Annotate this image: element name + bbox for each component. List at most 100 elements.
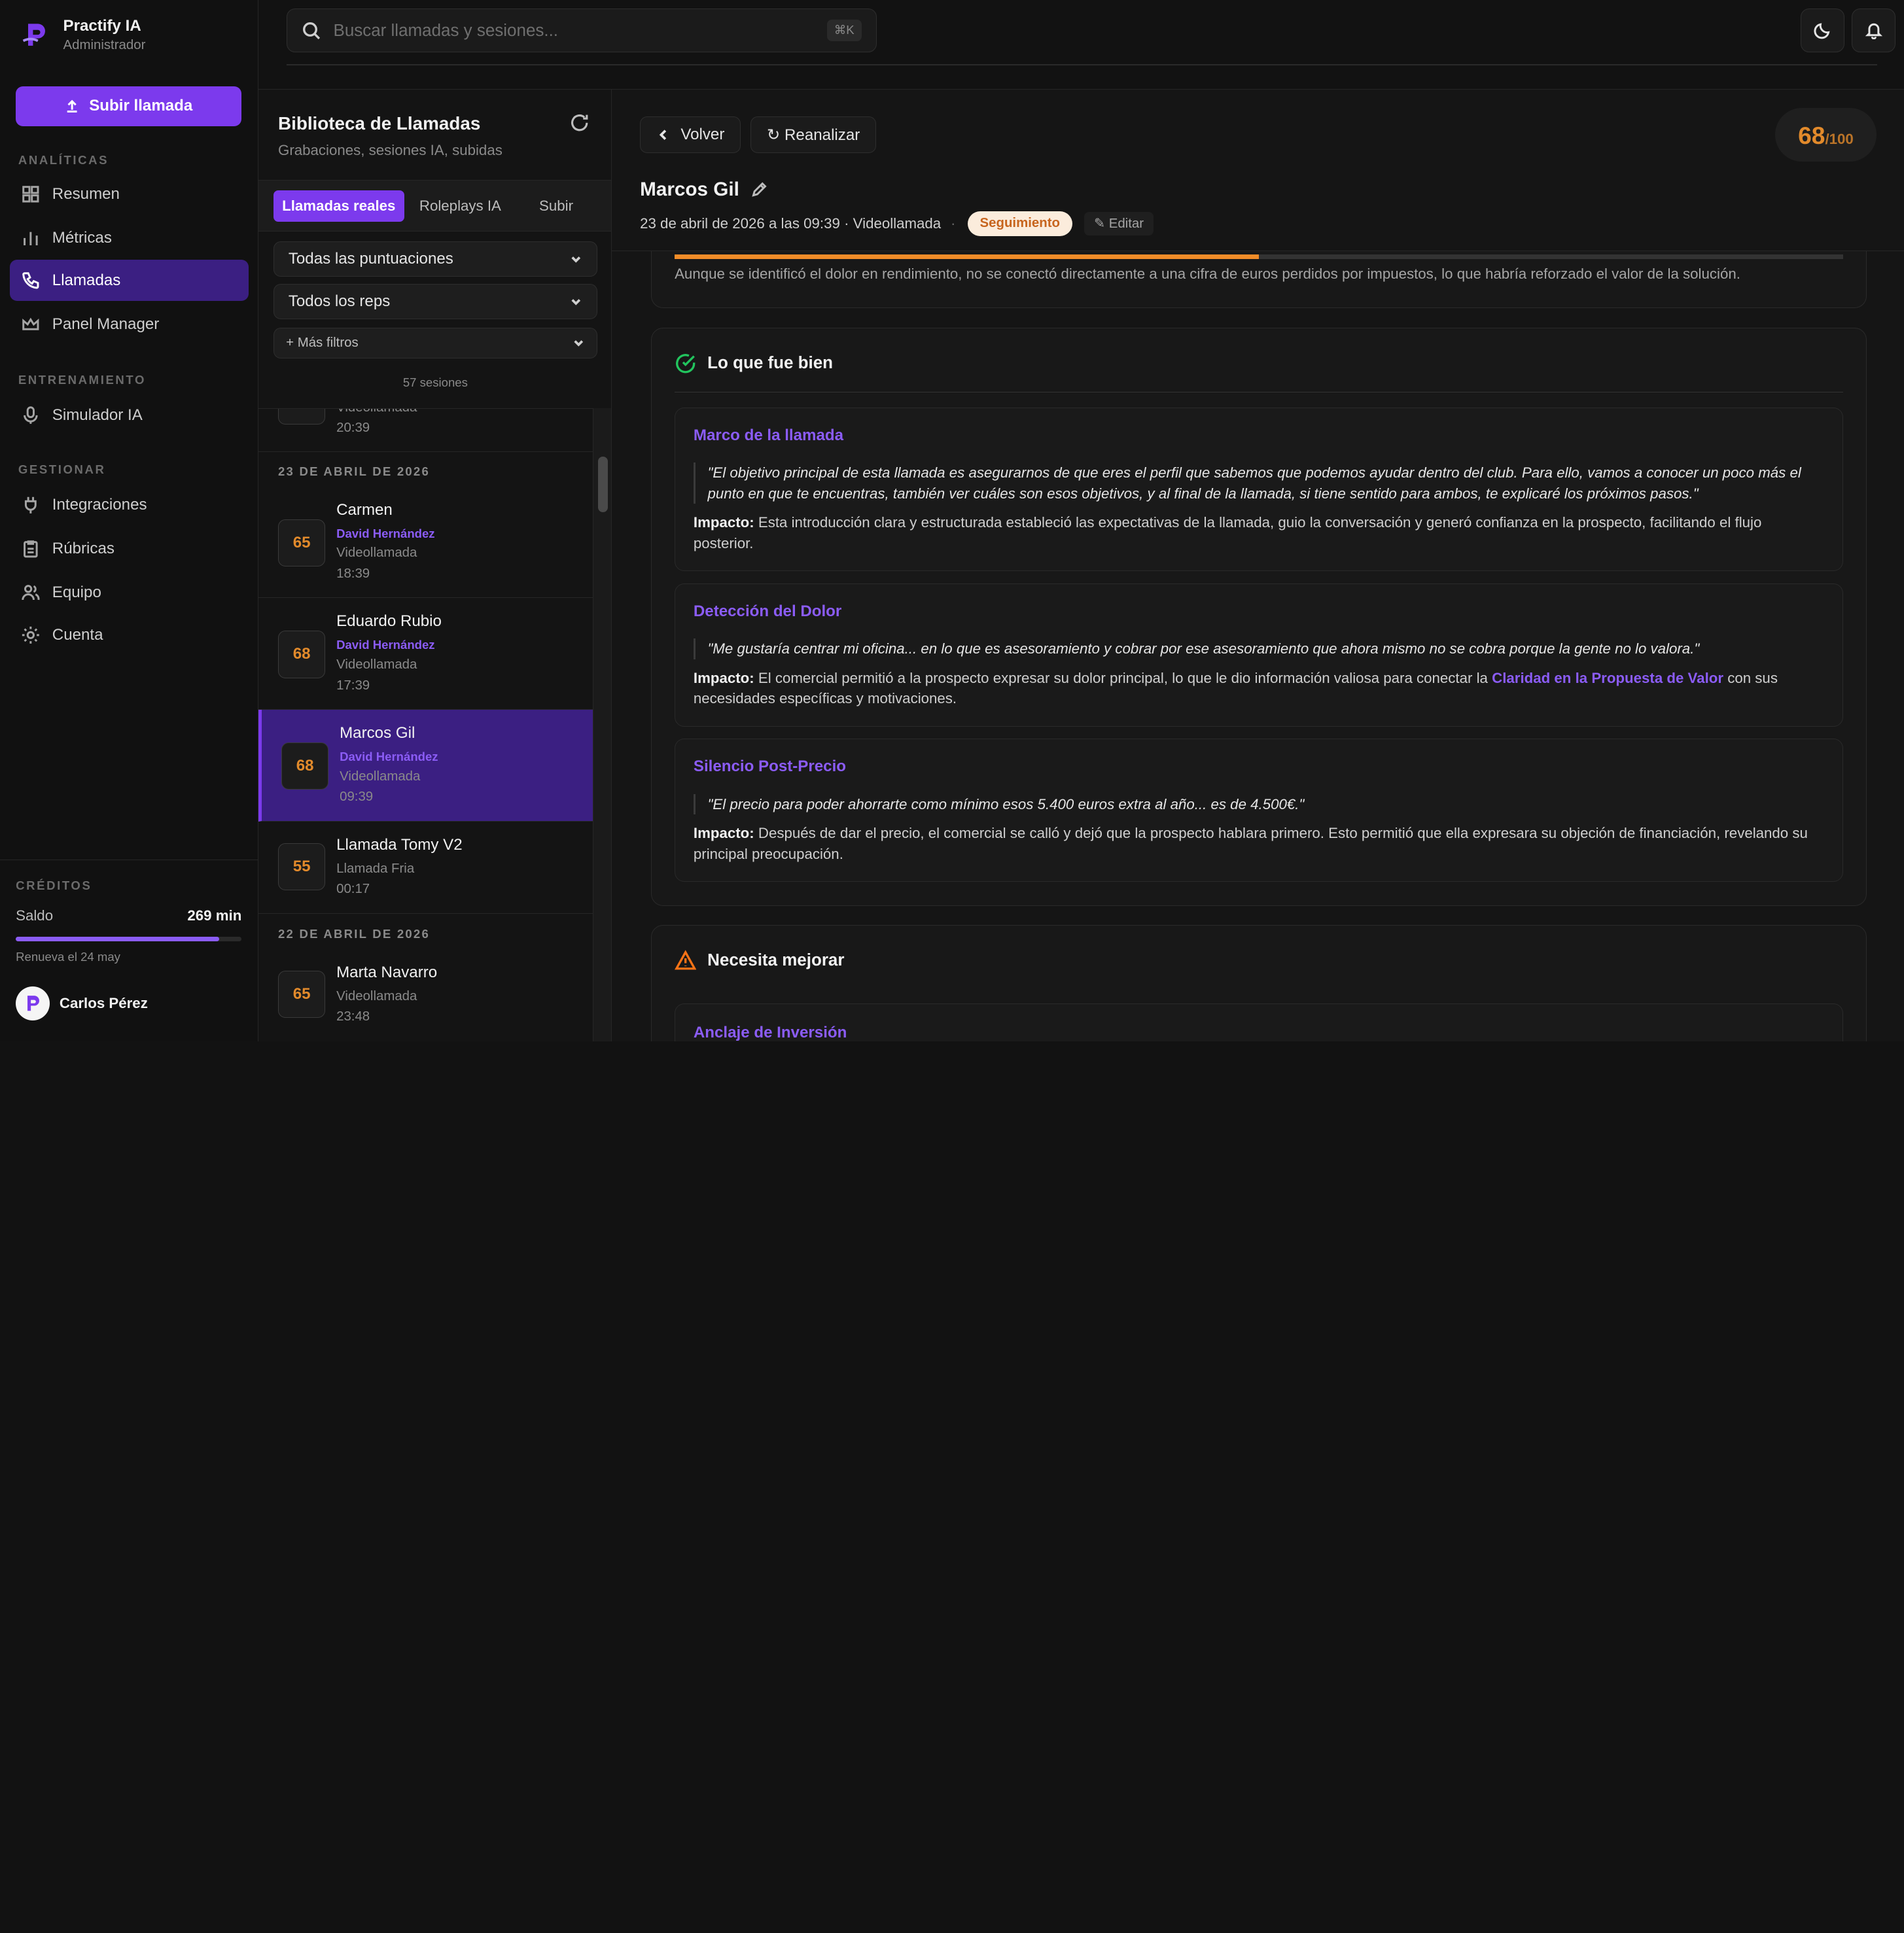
user-name: Carlos Pérez xyxy=(59,995,148,1012)
upload-call-label: Subir llamada xyxy=(89,97,193,115)
contact-name: Marcos Gil xyxy=(640,179,767,201)
reanalyze-label: ↻ Reanalizar xyxy=(767,126,860,144)
impact-text: El comercial permitió a la prospecto exp… xyxy=(758,669,1488,686)
more-filters-label: + Más filtros xyxy=(286,335,359,350)
value-proposition-link[interactable]: Claridad en la Propuesta de Valor xyxy=(1492,670,1723,686)
item-time: 23:48 xyxy=(336,1009,370,1024)
item-time: 17:39 xyxy=(336,678,370,693)
list-item[interactable]: 65 Carmen David Hernández Videollamada 1… xyxy=(258,486,593,599)
strength-title: Silencio Post-Precio xyxy=(693,758,847,776)
bar-chart-icon xyxy=(23,232,38,245)
item-rep: David Hernández xyxy=(336,638,435,652)
weakness-title: Anclaje de Inversión xyxy=(693,1023,847,1041)
refresh-icon[interactable] xyxy=(569,112,590,133)
needs-improvement-header: Necesita mejorar xyxy=(675,950,1842,990)
upload-call-button[interactable]: Subir llamada xyxy=(16,86,242,126)
item-name: Llamada Tomy V2 xyxy=(336,835,463,854)
sidebar-item-calls[interactable]: Llamadas xyxy=(9,260,249,302)
tab-ai-roleplays[interactable]: Roleplays IA xyxy=(409,190,511,222)
impact-text: Esta introducción clara y estructurada e… xyxy=(693,514,1762,551)
list-item[interactable]: 68 Eduardo Rubio David Hernández Videoll… xyxy=(258,598,593,710)
score-filter-select[interactable]: Todas las puntuaciones xyxy=(273,241,598,277)
section-manage: GESTIONAR xyxy=(18,462,106,477)
list-item[interactable]: Videollamada 20:39 xyxy=(258,408,593,453)
list-item-selected[interactable]: 68 Marcos Gil David Hernández Videollama… xyxy=(258,709,593,822)
strength-quote: "Me gustaría centrar mi oficina... en lo… xyxy=(693,638,1818,659)
search-icon xyxy=(303,22,321,39)
notifications-button[interactable] xyxy=(1852,8,1896,52)
score-badge xyxy=(278,408,326,425)
list-item[interactable]: 65 Marta Navarro Videollamada 23:48 xyxy=(258,949,592,1042)
library-tabs: Llamadas reales Roleplays IA Subir xyxy=(258,179,612,232)
clipboard-icon xyxy=(23,540,38,558)
list-item[interactable]: 55 Llamada Tomy V2 Llamada Fria 00:17 xyxy=(258,822,593,914)
library-subtitle: Grabaciones, sesiones IA, subidas xyxy=(278,142,502,159)
sidebar-item-label: Llamadas xyxy=(52,271,121,289)
date-header: 22 DE ABRIL DE 2026 xyxy=(278,927,430,941)
sidebar-item-label: Resumen xyxy=(52,184,120,203)
more-filters-button[interactable]: + Más filtros xyxy=(273,328,598,358)
list-scrollbar[interactable] xyxy=(592,408,612,1042)
sidebar-item-label: Integraciones xyxy=(52,496,147,514)
score-max: /100 xyxy=(1825,130,1854,147)
search-input[interactable] xyxy=(333,20,815,41)
brand-name: Practify IA xyxy=(63,16,141,35)
chevron-down-icon xyxy=(571,256,581,263)
sidebar-item-rubrics[interactable]: Rúbricas xyxy=(10,528,249,569)
call-detail: Volver ↻ Reanalizar 68 /100 Marcos Gil 2… xyxy=(612,90,1904,1042)
sidebar-item-simulator[interactable]: Simulador IA xyxy=(10,394,249,436)
strength-quote: "El objetivo principal de esta llamada e… xyxy=(693,462,1818,504)
sidebar-item-metrics[interactable]: Métricas xyxy=(10,217,249,258)
sidebar-item-account[interactable]: Cuenta xyxy=(10,614,249,655)
sidebar-item-summary[interactable]: Resumen xyxy=(10,173,249,215)
theme-toggle-button[interactable] xyxy=(1801,8,1845,52)
tab-real-calls[interactable]: Llamadas reales xyxy=(273,190,405,222)
strength-title: Detección del Dolor xyxy=(693,602,842,620)
item-type: Videollamada xyxy=(336,546,417,561)
needs-improvement-title: Necesita mejorar xyxy=(707,950,845,970)
contact-name-text: Marcos Gil xyxy=(640,178,739,200)
rep-filter-select[interactable]: Todos los reps xyxy=(273,284,598,320)
search-shortcut: ⌘K xyxy=(826,19,862,41)
item-time: 09:39 xyxy=(340,790,374,805)
score-badge: 68 xyxy=(278,631,326,678)
strength-item: Marco de la llamada "El objetivo princip… xyxy=(675,407,1843,572)
strength-impact: Impacto: Esta introducción clara y estru… xyxy=(694,512,1818,553)
detail-header: Volver ↻ Reanalizar 68 /100 Marcos Gil 2… xyxy=(612,90,1904,252)
back-button[interactable]: Volver xyxy=(640,116,741,153)
impact-label: Impacto: xyxy=(693,514,754,531)
edit-status-button[interactable]: ✎ Editar xyxy=(1084,211,1154,235)
chevron-down-icon xyxy=(571,299,581,305)
item-name: Eduardo Rubio xyxy=(336,612,442,631)
section-analytics: ANALÍTICAS xyxy=(18,152,109,167)
sidebar-item-label: Rúbricas xyxy=(52,539,115,557)
sidebar-item-integrations[interactable]: Integraciones xyxy=(10,485,249,526)
reanalyze-button[interactable]: ↻ Reanalizar xyxy=(750,116,877,153)
search-bar[interactable]: ⌘K xyxy=(287,8,877,52)
sidebar-item-team[interactable]: Equipo xyxy=(10,572,249,613)
sidebar-item-manager[interactable]: Panel Manager xyxy=(10,304,249,345)
sidebar-item-label: Métricas xyxy=(52,228,112,247)
impact-label: Impacto: xyxy=(693,669,754,686)
brand[interactable]: Practify IA Administrador xyxy=(20,16,145,53)
scrollbar-thumb[interactable] xyxy=(598,456,608,513)
pencil-icon[interactable] xyxy=(751,182,767,198)
sidebar-item-label: Cuenta xyxy=(52,625,103,644)
chevron-down-icon xyxy=(574,340,584,347)
grid-icon xyxy=(22,186,39,203)
score-badge: 65 xyxy=(278,519,326,566)
microphone-icon xyxy=(23,406,38,424)
strength-item: Silencio Post-Precio "El precio para pod… xyxy=(675,739,1843,882)
user-profile[interactable]: Carlos Pérez xyxy=(16,986,148,1021)
call-date-type: 23 de abril de 2026 a las 09:39 · Videol… xyxy=(640,215,942,232)
credits-title: CRÉDITOS xyxy=(16,878,92,892)
balance-label: Saldo xyxy=(16,907,54,924)
status-badge[interactable]: Seguimiento xyxy=(968,211,1072,236)
item-type: Videollamada xyxy=(336,988,417,1003)
item-name: Carmen xyxy=(336,500,393,519)
went-well-header: Lo que fue bien xyxy=(675,353,1843,393)
section-training: ENTRENAMIENTO xyxy=(18,372,147,387)
item-time: 18:39 xyxy=(336,566,370,581)
tab-upload[interactable]: Subir xyxy=(525,190,588,222)
call-meta: 23 de abril de 2026 a las 09:39 · Videol… xyxy=(640,211,1154,236)
